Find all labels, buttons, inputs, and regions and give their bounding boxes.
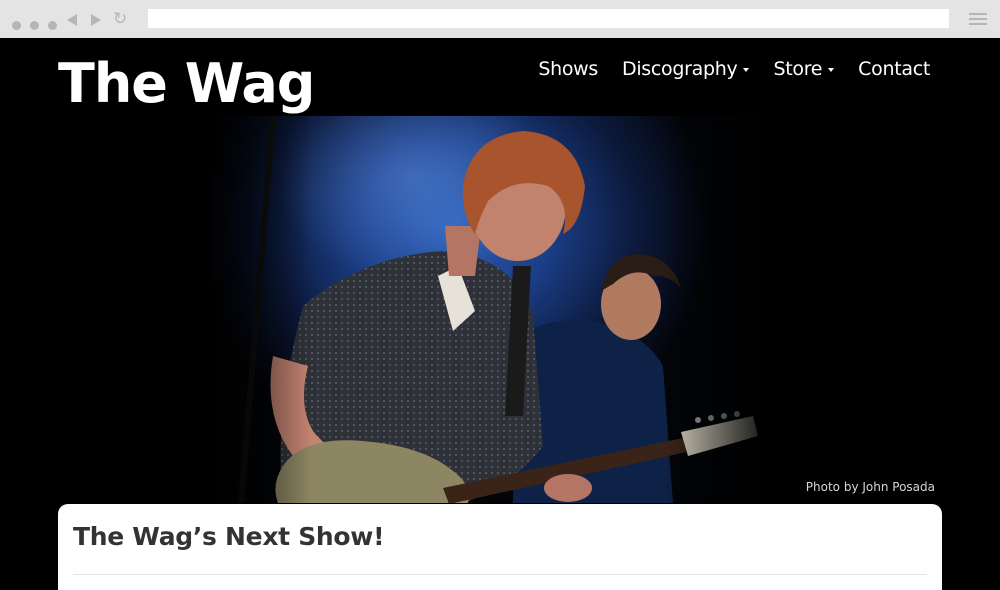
nav-item-contact[interactable]: Contact <box>858 58 930 80</box>
browser-chrome: ↻ <box>0 0 1000 38</box>
site-page: The Wag Shows Discography Store Contact <box>0 38 1000 590</box>
card-title: The Wag’s Next Show! <box>73 522 385 551</box>
caret-down-icon <box>743 67 750 72</box>
main-nav: Shows Discography Store Contact <box>538 58 930 80</box>
caret-down-icon <box>828 67 835 72</box>
nav-item-discography[interactable]: Discography <box>622 58 750 80</box>
hero-photo <box>213 116 760 503</box>
nav-item-label: Shows <box>538 58 598 80</box>
nav-item-label: Store <box>773 58 823 80</box>
nav-item-store[interactable]: Store <box>773 58 835 80</box>
address-bar[interactable] <box>148 9 949 28</box>
nav-item-label: Discography <box>622 58 738 80</box>
content-card: The Wag’s Next Show! <box>58 504 942 590</box>
site-logo[interactable]: The Wag <box>58 48 315 120</box>
window-dot-icon[interactable] <box>48 21 58 30</box>
back-arrow-icon[interactable] <box>67 14 77 26</box>
history-controls <box>67 11 110 30</box>
hamburger-menu-icon[interactable] <box>969 13 987 28</box>
divider <box>73 574 927 575</box>
window-controls <box>12 15 61 34</box>
nav-item-shows[interactable]: Shows <box>538 58 598 80</box>
photo-credit: Photo by John Posada <box>805 480 935 494</box>
window-dot-icon[interactable] <box>12 21 21 30</box>
window-dot-icon[interactable] <box>30 21 40 30</box>
forward-arrow-icon[interactable] <box>91 14 102 26</box>
nav-item-label: Contact <box>858 58 930 80</box>
reload-icon[interactable]: ↻ <box>113 9 127 29</box>
